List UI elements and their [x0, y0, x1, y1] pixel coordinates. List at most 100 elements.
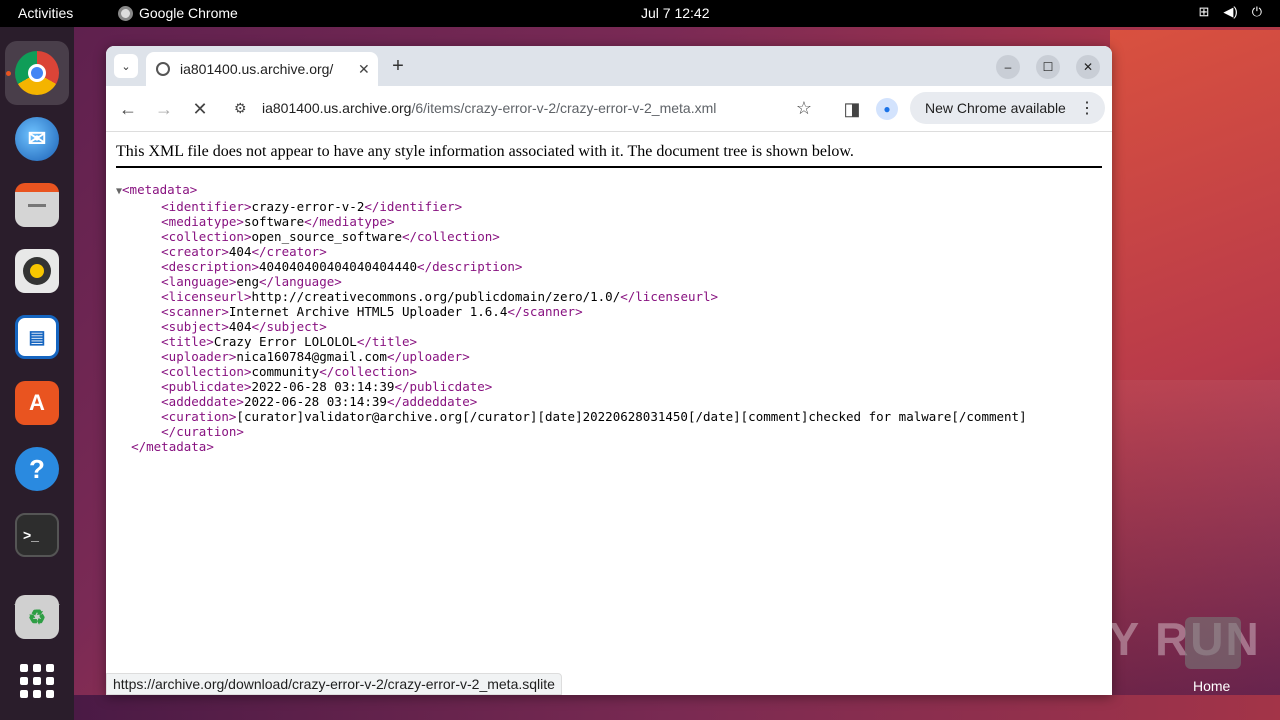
- dock-item-thunderbird[interactable]: ✉: [5, 107, 69, 171]
- terminal-icon: >_: [15, 513, 59, 557]
- xml-value: 2022-06-28 03:14:39: [251, 379, 395, 394]
- curation-value: [curator]validator@archive.org[/curator]…: [236, 409, 1027, 424]
- xml-close-tag: </title>: [356, 334, 418, 349]
- network-icon: ⊞: [1198, 4, 1210, 19]
- xml-open-tag: <subject>: [161, 319, 229, 334]
- chevron-down-icon: ⌄: [121, 60, 131, 73]
- xml-close-tag: </addeddate>: [386, 394, 478, 409]
- xml-close-tag: </collection>: [401, 229, 500, 244]
- xml-open-tag: <identifier>: [161, 199, 252, 214]
- xml-tree: ▼<metadata> <identifier>crazy-error-v-2 <…: [116, 182, 1027, 454]
- dock-item-files[interactable]: [5, 173, 69, 237]
- xml-open-root[interactable]: ▼<metadata>: [116, 182, 1027, 199]
- browser-window: ⌄ ia801400.us.archive.org/ ✕ + – ☐ ✕ ← →…: [106, 46, 1112, 695]
- forward-button[interactable]: →: [153, 99, 175, 119]
- new-tab-button[interactable]: +: [388, 55, 408, 77]
- xml-field-addeddate: <addeddate>2022-06-28 03:14:39</addeddat…: [116, 394, 1027, 409]
- xml-value: software: [243, 214, 305, 229]
- xml-open-tag: <licenseurl>: [161, 289, 252, 304]
- home-folder-icon[interactable]: [1185, 617, 1241, 669]
- maximize-button[interactable]: ☐: [1036, 55, 1060, 79]
- browser-toolbar: ← → ✕ ⚙ ia801400.us.archive.org/6/items/…: [106, 86, 1112, 132]
- close-window-button[interactable]: ✕: [1076, 55, 1100, 79]
- dock-item-rhythmbox[interactable]: [5, 239, 69, 303]
- xml-value: crazy-error-v-2: [251, 199, 365, 214]
- xml-open-tag: <mediatype>: [161, 214, 244, 229]
- new-chrome-available-button[interactable]: New Chrome available ⋮: [910, 92, 1105, 124]
- xml-field-title: <title>Crazy Error LOLOLOL</title>: [116, 334, 1027, 349]
- profile-avatar[interactable]: ●: [876, 98, 898, 120]
- xml-value: eng: [236, 274, 259, 289]
- xml-close-tag: </licenseurl>: [620, 289, 719, 304]
- xml-open-tag: <uploader>: [161, 349, 237, 364]
- clock[interactable]: Jul 7 12:42: [641, 5, 710, 21]
- xml-curation-close: </curation>: [161, 424, 244, 439]
- active-app-name: Google Chrome: [139, 5, 238, 21]
- xml-value: 404: [228, 319, 252, 334]
- tab-active[interactable]: ia801400.us.archive.org/ ✕: [146, 52, 378, 86]
- rhythmbox-icon: [15, 249, 59, 293]
- xml-value: http://creativecommons.org/publicdomain/…: [251, 289, 621, 304]
- help-icon: ?: [15, 447, 59, 491]
- app-center-icon: A: [15, 381, 59, 425]
- dock-item-terminal[interactable]: >_: [5, 503, 69, 567]
- plus-icon: +: [392, 55, 404, 77]
- xml-open-tag: <publicdate>: [161, 379, 252, 394]
- chrome-icon: [118, 5, 133, 21]
- xml-value: 404040400404040404440: [259, 259, 418, 274]
- site-info-icon[interactable]: ⚙: [234, 100, 247, 117]
- xml-close-tag: </creator>: [251, 244, 327, 259]
- tab-title: ia801400.us.archive.org/: [180, 61, 334, 77]
- xml-value: 2022-06-28 03:14:39: [243, 394, 387, 409]
- xml-open-tag: <description>: [161, 259, 259, 274]
- xml-close-tag: </description>: [417, 259, 523, 274]
- dock-item-app-center[interactable]: A: [5, 371, 69, 435]
- update-label: New Chrome available: [925, 100, 1066, 116]
- xml-value: open_source_software: [251, 229, 402, 244]
- power-icon: ⏻: [1251, 4, 1262, 19]
- dock-item-help[interactable]: ?: [5, 437, 69, 501]
- libreoffice-writer-icon: ▤: [15, 315, 59, 359]
- xml-style-notice: This XML file does not appear to have an…: [116, 143, 1102, 168]
- xml-value: nica160784@gmail.com: [236, 349, 387, 364]
- minimize-button[interactable]: –: [996, 55, 1020, 79]
- wallpaper-shape: [1110, 380, 1280, 720]
- xml-field-language: <language>eng</language>: [116, 274, 1027, 289]
- xml-close-tag: </subject>: [251, 319, 327, 334]
- tab-close-icon[interactable]: ✕: [358, 61, 370, 78]
- xml-field-scanner: <scanner>Internet Archive HTML5 Uploader…: [116, 304, 1027, 319]
- xml-close-tag: </uploader>: [386, 349, 470, 364]
- trash-icon: ♻: [15, 595, 59, 639]
- url-text[interactable]: ia801400.us.archive.org/6/items/crazy-er…: [262, 100, 716, 116]
- more-vert-icon[interactable]: ⋮: [1079, 98, 1095, 118]
- system-tray[interactable]: ⊞ ◀) ⏻: [1198, 4, 1262, 20]
- xml-value: Crazy Error LOLOLOL: [213, 334, 357, 349]
- xml-field-creator: <creator>404</creator>: [116, 244, 1027, 259]
- person-icon: ●: [883, 102, 891, 116]
- xml-curation-line: <curation>[curator]validator@archive.org…: [161, 409, 1027, 424]
- xml-open-tag: <title>: [161, 334, 214, 349]
- dock-item-writer[interactable]: ▤: [5, 305, 69, 369]
- chrome-icon: [15, 51, 59, 95]
- dock-item-show-apps[interactable]: [5, 649, 69, 713]
- stop-loading-button[interactable]: ✕: [189, 99, 211, 119]
- maximize-icon: ☐: [1042, 60, 1054, 74]
- xml-close-tag: </collection>: [319, 364, 418, 379]
- active-app-menu[interactable]: Google Chrome: [118, 5, 238, 21]
- xml-close-root: </metadata>: [131, 439, 214, 454]
- side-panel-button[interactable]: ◨: [841, 99, 863, 119]
- address-bar[interactable]: ⚙ ia801400.us.archive.org/6/items/crazy-…: [224, 92, 824, 126]
- activities-button[interactable]: Activities: [18, 5, 73, 21]
- tab-search-button[interactable]: ⌄: [114, 54, 138, 78]
- back-button[interactable]: ←: [117, 99, 139, 119]
- minimize-icon: –: [1004, 60, 1012, 74]
- bookmark-star-icon[interactable]: ☆: [796, 98, 812, 119]
- xml-field-uploader: <uploader>nica160784@gmail.com</uploader…: [116, 349, 1027, 364]
- home-label[interactable]: Home: [1193, 678, 1230, 694]
- dock-item-trash[interactable]: ♻: [5, 585, 69, 649]
- dock-item-chrome[interactable]: [5, 41, 69, 105]
- xml-field-description: <description>404040400404040404440</desc…: [116, 259, 1027, 274]
- close-icon: ✕: [1082, 60, 1094, 74]
- volume-icon: ◀): [1223, 4, 1238, 19]
- xml-field-subject: <subject>404</subject>: [116, 319, 1027, 334]
